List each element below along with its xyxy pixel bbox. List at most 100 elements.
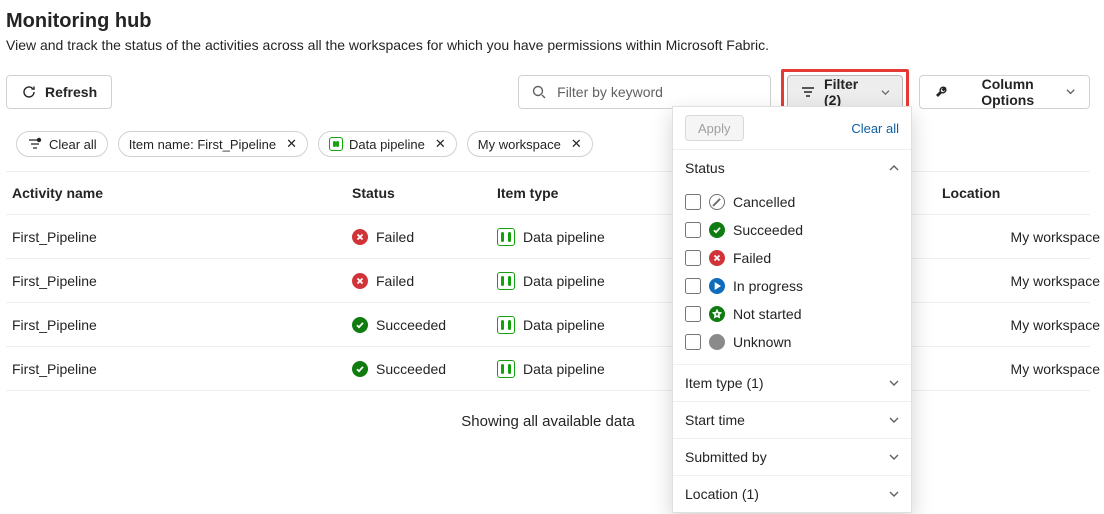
- filter-option-inprogress[interactable]: In progress: [685, 272, 907, 300]
- filter-chips-row: Clear all Item name: First_Pipeline ✕ Da…: [6, 131, 1090, 157]
- section-title: Item type (1): [685, 375, 764, 391]
- option-label: Unknown: [733, 334, 791, 350]
- table-row[interactable]: First_PipelineFailedData pipeline3:40 PM…: [6, 215, 1090, 259]
- success-icon: [352, 317, 368, 333]
- clear-all-label: Clear all: [49, 137, 97, 152]
- filter-option-unknown[interactable]: Unknown: [685, 328, 907, 356]
- cell-activity: First_Pipeline: [6, 273, 346, 289]
- search-icon: [531, 84, 547, 100]
- cell-item-type: Data pipeline: [491, 272, 671, 290]
- checkbox[interactable]: [685, 306, 701, 322]
- filter-section-status[interactable]: Status: [673, 149, 911, 186]
- col-item-type[interactable]: Item type: [491, 185, 671, 201]
- filter-label: Filter (2): [824, 76, 873, 108]
- checkbox[interactable]: [685, 222, 701, 238]
- option-label: Not started: [733, 306, 801, 322]
- cell-activity: First_Pipeline: [6, 229, 346, 245]
- cell-item-type: Data pipeline: [491, 360, 671, 378]
- close-icon[interactable]: ✕: [286, 136, 297, 152]
- section-title: Location (1): [685, 486, 759, 502]
- search-box[interactable]: [518, 75, 771, 109]
- filter-button[interactable]: Filter (2): [787, 75, 903, 109]
- checkbox[interactable]: [685, 278, 701, 294]
- status-text: Succeeded: [376, 317, 446, 333]
- cell-location: My workspace: [936, 229, 1104, 245]
- cell-status: Failed: [346, 229, 491, 245]
- filter-option-failed[interactable]: Failed: [685, 244, 907, 272]
- filter-option-cancelled[interactable]: Cancelled: [685, 188, 907, 216]
- status-text: Failed: [376, 229, 414, 245]
- activities-table: Activity name Status Item type Start Loc…: [6, 171, 1090, 391]
- clear-all-link[interactable]: Clear all: [851, 121, 899, 136]
- pipeline-icon: [497, 360, 515, 378]
- table-row[interactable]: First_PipelineSucceededData pipeline6:08…: [6, 347, 1090, 391]
- chevron-down-icon: [889, 452, 899, 462]
- column-options-label: Column Options: [958, 76, 1058, 108]
- checkbox[interactable]: [685, 250, 701, 266]
- table-row[interactable]: First_PipelineFailedData pipeline4:15 PM…: [6, 259, 1090, 303]
- status-text: Succeeded: [376, 361, 446, 377]
- filter-option-notstarted[interactable]: Not started: [685, 300, 907, 328]
- apply-button[interactable]: Apply: [685, 115, 744, 141]
- option-label: Succeeded: [733, 222, 803, 238]
- chip-label: Data pipeline: [349, 137, 425, 152]
- chevron-down-icon: [889, 415, 899, 425]
- filter-dropdown: Apply Clear all Status Cancelled Succeede…: [672, 106, 912, 513]
- success-icon: [352, 361, 368, 377]
- pipeline-icon: [329, 137, 343, 151]
- col-status[interactable]: Status: [346, 185, 491, 201]
- table-row[interactable]: First_PipelineSucceededData pipeline3:42…: [6, 303, 1090, 347]
- in-progress-icon: [709, 278, 725, 294]
- wrench-icon: [934, 84, 950, 100]
- cell-location: My workspace: [936, 317, 1104, 333]
- cell-status: Failed: [346, 273, 491, 289]
- checkbox[interactable]: [685, 194, 701, 210]
- pipeline-icon: [497, 316, 515, 334]
- chip-item-type[interactable]: Data pipeline ✕: [318, 131, 457, 157]
- chip-label: My workspace: [478, 137, 561, 152]
- item-type-text: Data pipeline: [523, 361, 605, 377]
- chevron-down-icon: [889, 378, 899, 388]
- chip-label: Item name: First_Pipeline: [129, 137, 276, 152]
- filter-section-location[interactable]: Location (1): [673, 475, 911, 512]
- search-input[interactable]: [555, 83, 758, 101]
- success-icon: [709, 222, 725, 238]
- section-title: Start time: [685, 412, 745, 428]
- filter-section-start-time[interactable]: Start time: [673, 401, 911, 438]
- chip-item-name[interactable]: Item name: First_Pipeline ✕: [118, 131, 308, 157]
- cell-activity: First_Pipeline: [6, 317, 346, 333]
- filter-section-item-type[interactable]: Item type (1): [673, 364, 911, 401]
- pipeline-icon: [497, 272, 515, 290]
- filter-section-submitted-by[interactable]: Submitted by: [673, 438, 911, 475]
- chevron-down-icon: [1066, 87, 1075, 97]
- refresh-label: Refresh: [45, 84, 97, 100]
- refresh-button[interactable]: Refresh: [6, 75, 112, 109]
- filter-icon: [800, 84, 816, 100]
- cell-item-type: Data pipeline: [491, 228, 671, 246]
- chip-location[interactable]: My workspace ✕: [467, 131, 593, 157]
- filter-option-succeeded[interactable]: Succeeded: [685, 216, 907, 244]
- cancelled-icon: [709, 194, 725, 210]
- table-header: Activity name Status Item type Start Loc…: [6, 171, 1090, 215]
- not-started-icon: [709, 306, 725, 322]
- chevron-up-icon: [889, 163, 899, 173]
- section-title: Status: [685, 160, 725, 176]
- close-icon[interactable]: ✕: [571, 136, 582, 152]
- item-type-text: Data pipeline: [523, 273, 605, 289]
- checkbox[interactable]: [685, 334, 701, 350]
- col-location[interactable]: Location: [936, 185, 1104, 201]
- item-type-text: Data pipeline: [523, 229, 605, 245]
- page-subtitle: View and track the status of the activit…: [6, 37, 1090, 53]
- refresh-icon: [21, 84, 37, 100]
- clear-all-chip[interactable]: Clear all: [16, 131, 108, 157]
- item-type-text: Data pipeline: [523, 317, 605, 333]
- option-label: Cancelled: [733, 194, 795, 210]
- close-icon[interactable]: ✕: [435, 136, 446, 152]
- option-label: Failed: [733, 250, 771, 266]
- col-activity[interactable]: Activity name: [6, 185, 346, 201]
- column-options-button[interactable]: Column Options: [919, 75, 1090, 109]
- page-title: Monitoring hub: [6, 10, 1090, 33]
- pipeline-icon: [497, 228, 515, 246]
- cell-status: Succeeded: [346, 361, 491, 377]
- chevron-down-icon: [889, 489, 899, 499]
